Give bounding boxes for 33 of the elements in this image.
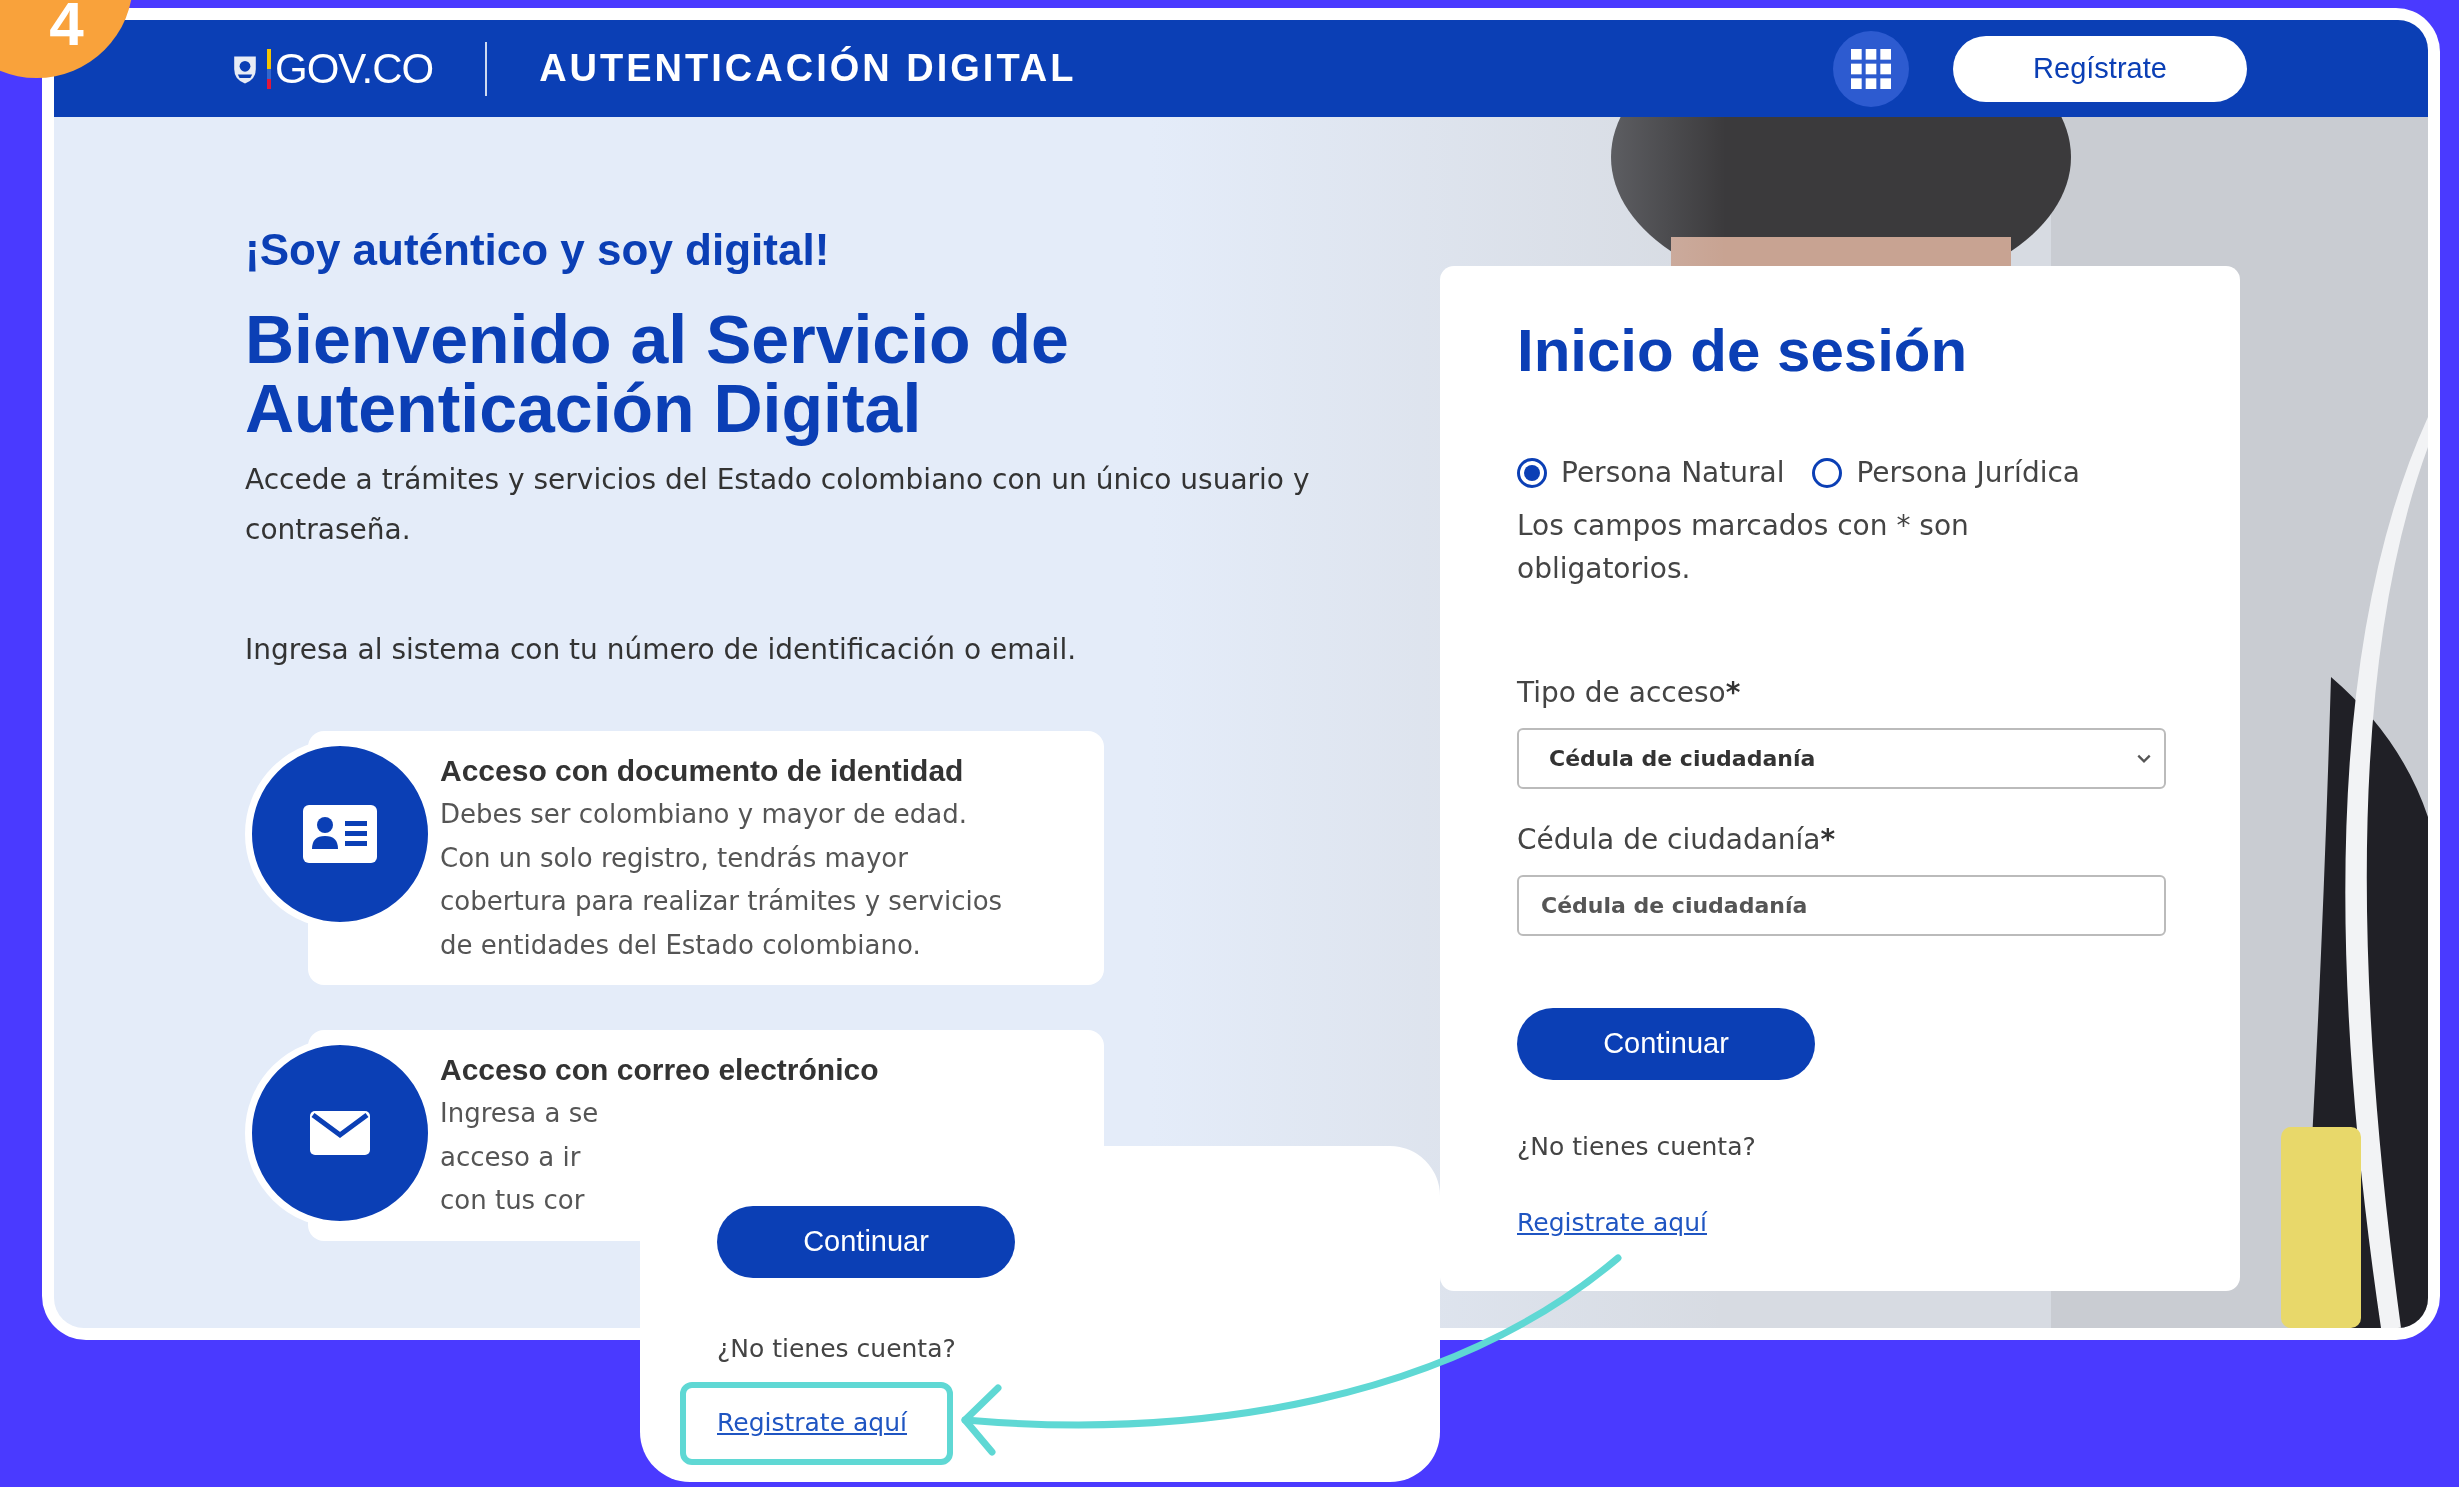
radio-option[interactable]: Persona Natural	[1517, 452, 1785, 494]
logo-text: GOV.CO	[275, 44, 434, 94]
radio-button[interactable]	[1812, 458, 1843, 488]
description-text: Accede a trámites y servicios del Estado colombiano con un único usuario y contraseña.	[245, 462, 1311, 548]
card-text: acceso a ir	[440, 1140, 581, 1174]
site-title: AUTENTICACIÓN DIGITAL	[539, 45, 1077, 91]
id-card-icon	[303, 805, 377, 863]
instruction-text: Ingresa al sistema con tu número de identificación o email.	[245, 632, 1078, 668]
card-text: con tus cor	[440, 1184, 585, 1217]
card-text: Debes ser colombiano y mayor de edad. Con un solo registro, tendrás mayor cobertura para realizar trámites y servicios de entidades del Estado colombiano.	[440, 798, 1004, 962]
no-account-text: ¿No tienes cuenta?	[717, 1333, 956, 1365]
continue-button[interactable]: Continuar	[717, 1206, 1015, 1278]
access-type-select[interactable]: Cédula de ciudadanía	[1517, 728, 2166, 789]
radio-button[interactable]	[1517, 458, 1547, 488]
card-title: Acceso con documento de identidad	[440, 753, 965, 789]
required-note: Los campos marcados con * son obligatorios.	[1517, 508, 1970, 587]
field-label: Tipo de acceso*	[1517, 675, 1741, 711]
radio-option[interactable]: Persona Jurídica	[1812, 452, 2080, 494]
tagline: ¡Soy auténtico y soy digital!	[245, 224, 831, 276]
id-number-field[interactable]: Cédula de ciudadanía	[1517, 875, 2166, 936]
login-title: Inicio de sesión	[1517, 316, 1968, 386]
card-text: Ingresa a se	[440, 1097, 599, 1130]
field-label: Cédula de ciudadanía*	[1517, 822, 1836, 858]
register-link[interactable]: Registrate aquí	[717, 1404, 907, 1442]
continue-button[interactable]: Continuar	[1517, 1008, 1815, 1080]
grid-icon	[1851, 48, 1891, 89]
envelope-icon	[310, 1111, 370, 1155]
card-title: Acceso con correo electrónico	[440, 1052, 880, 1088]
flag-stripe-icon	[267, 48, 271, 89]
chevron-down-icon	[2136, 752, 2152, 765]
no-account-text: ¿No tienes cuenta?	[1517, 1131, 1756, 1163]
register-link[interactable]: Registrate aquí	[1517, 1203, 1707, 1241]
register-button[interactable]: Regístrate	[1953, 35, 2247, 102]
